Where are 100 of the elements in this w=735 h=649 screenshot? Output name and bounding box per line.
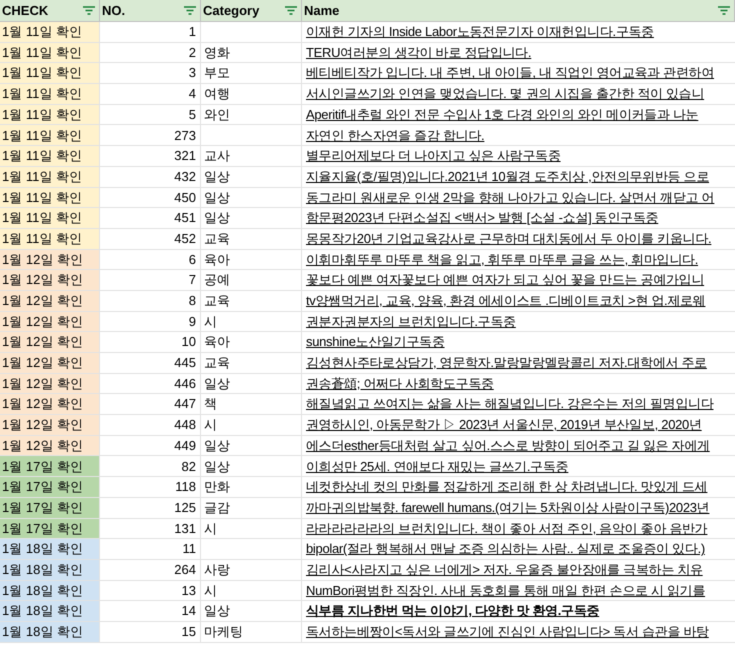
link[interactable]: 몽몽작가20년 기업교육강사로 근무하며 대치동에서 두 아이를 키웁니다. (306, 228, 712, 248)
link[interactable]: NumBori평범한 직장인. 사내 동호회를 통해 매일 한편 손으로 시 읽기를 (306, 580, 706, 600)
link[interactable]: 이휘마휘뚜루 마뚜루 책을 읽고, 휘뚜루 마뚜루 글을 쓰는, 휘마입니다. (306, 250, 698, 270)
table-cell-text: 8 (188, 292, 196, 310)
link[interactable]: 서시인글쓰기와 인연을 맺었습니다. 몇 권의 시집을 출간한 적이 있습니 (306, 84, 704, 104)
filter-icon[interactable] (285, 6, 297, 15)
table-cell: 1월 11일 확인 (0, 208, 100, 228)
table-cell-text: 시 (204, 520, 217, 538)
link[interactable]: 별무리어제보다 더 나아지고 싶은 사람구독중 (306, 146, 561, 166)
column-header[interactable]: NO. (100, 0, 201, 21)
table-cell: 1월 18일 확인 (0, 622, 100, 642)
link[interactable]: 김리사<사라지고 싶은 너에게> 저자. 우울증 불안장애를 극복하는 치유 (306, 560, 703, 580)
table-cell-text: 448 (174, 416, 196, 434)
table-cell-text: 273 (174, 126, 196, 145)
link[interactable]: 김성현사주타로상담가, 영문학자.말랑말랑멜랑콜리 저자.대학에서 주로 (306, 353, 707, 373)
table-cell: 1월 11일 확인 (0, 125, 100, 146)
link[interactable]: 동그라미 원새로운 인생 2막을 향해 나아가고 있습니다. 살면서 깨닫고 어 (306, 188, 714, 208)
column-header[interactable]: CHECK (0, 0, 100, 21)
table-cell-text: 일상 (204, 374, 230, 393)
link[interactable]: 라라라라라라의 브런치입니다. 책이 좋아 서점 주인, 음악이 좋아 음반가 (306, 518, 708, 538)
link[interactable]: tv양쌤먹거리, 교육, 양육, 환경 에세이스트 .디베이트코치 >현 업.제로웨 (306, 291, 706, 311)
table-cell: 1월 11일 확인 (0, 22, 100, 42)
table-cell-text: 451 (174, 209, 196, 228)
table-cell: 1월 12일 확인 (0, 312, 100, 332)
table-cell-text: 일상 (204, 168, 230, 186)
link[interactable]: 해질녘읽고 쓰여지는 삶을 사는 해질녘입니다. 강은수는 저의 필명입니다 (306, 394, 714, 414)
table-cell-text: 글감 (204, 498, 230, 517)
link[interactable]: 이희성만 25세. 연애보다 재밌는 글쓰기.구독중 (306, 456, 568, 476)
table-cell-text: 3 (188, 64, 196, 82)
link[interactable]: 네컷한상네 컷의 만화를 정갈하게 조리해 한 상 차려냅니다. 맛있게 드세 (306, 477, 708, 497)
table-cell: 1월 17일 확인 (0, 518, 100, 538)
table-cell: 1월 12일 확인 (0, 436, 100, 456)
table-cell-text: 시 (204, 416, 217, 434)
column-header[interactable]: Name (302, 0, 735, 21)
link[interactable]: 권분자권분자의 브런치입니다.구독중 (306, 312, 516, 332)
link[interactable]: bipolar(절라 행복해서 맨날 조증 의심하는 사람.. 실제로 조울증이 있다.) (306, 539, 705, 559)
table-cell-text: 131 (174, 520, 196, 538)
table-cell-text: 부모 (204, 64, 230, 82)
table-cell: 1월 12일 확인 (0, 415, 100, 435)
table-cell-text: 일상 (204, 209, 230, 228)
table-cell-text: 공예 (204, 271, 230, 290)
table-cell-text: 만화 (204, 478, 230, 496)
table-cell: 1월 17일 확인 (0, 477, 100, 497)
table-cell-text: 4 (188, 85, 196, 104)
link[interactable]: 권송蒼頌; 어쩌다 사회학도구독중 (306, 374, 494, 394)
link[interactable]: Aperitif내추럴 와인 전문 수입사 1호 다경 와인의 와인 메이커들과 나눈 (306, 104, 698, 124)
table-cell: 1월 11일 확인 (0, 63, 100, 84)
filter-icon[interactable] (718, 6, 730, 15)
link[interactable]: 함문평2023년 단편소설집 <백서> 발행 [소설 -쇼설] 동인구독중 (306, 208, 658, 228)
table-cell: 1월 11일 확인 (0, 146, 100, 166)
link[interactable]: 이재헌 기자의 Inside Labor노동전문기자 이재헌입니다.구독중 (306, 22, 654, 42)
table-cell: 1월 18일 확인 (0, 560, 100, 580)
table-cell-text: 일상 (204, 436, 230, 455)
link[interactable]: 식부름 지나한번 먹는 이야기, 다양한 맛 환영.구독중 (306, 601, 600, 621)
table-cell-text: 9 (188, 312, 196, 331)
table-cell: 1월 12일 확인 (0, 374, 100, 394)
table-cell-text: 82 (182, 458, 196, 476)
link[interactable]: 꽃보다 예쁜 여자꽃보다 예쁜 여자가 되고 싶어 꽃을 만드는 공예가입니 (306, 270, 704, 290)
table-cell: 1월 12일 확인 (0, 290, 100, 311)
column-header[interactable]: Category (201, 0, 302, 21)
table-cell-text: 여행 (204, 85, 230, 104)
table-cell-text: 14 (182, 602, 196, 620)
table-cell-text: 2 (188, 44, 196, 62)
table-cell-text: 교사 (204, 147, 230, 166)
table-cell: 1월 11일 확인 (0, 166, 100, 186)
link[interactable]: 에스더esther등대처럼 살고 싶어.스스로 방향이 되어주고 길 잃은 자에게 (306, 436, 710, 456)
link[interactable]: 까마귀의밥북향. farewell humans.(여기는 5차원이상 사람이구독)2023년 (306, 498, 710, 518)
table-cell-text: 321 (174, 147, 196, 166)
table-cell-text: 15 (182, 623, 196, 642)
table-cell-text: 일상 (204, 188, 230, 207)
table-cell-text: 445 (174, 354, 196, 372)
table-cell-text: 육아 (204, 333, 230, 352)
table-cell-text: 일상 (204, 602, 230, 620)
table-cell-text: 264 (174, 560, 196, 579)
table-cell: 1월 11일 확인 (0, 42, 100, 62)
table-cell: 1월 12일 확인 (0, 332, 100, 352)
table-cell-text: 7 (188, 271, 196, 290)
table-cell-text: 118 (175, 478, 196, 496)
link[interactable]: sunshine노산일기구독중 (306, 332, 445, 352)
link[interactable]: 지율지율(호/필명)입니다.2021년 10월경 도주치상 ,안전의무위반등 으로 (306, 166, 710, 186)
table-cell: 1월 11일 확인 (0, 104, 100, 124)
link[interactable]: 자연인 한스자연을 즐감 합니다. (306, 126, 484, 146)
link[interactable]: TERU여러분의 생각이 바로 정답입니다. (306, 42, 532, 62)
table-cell-text: 사랑 (204, 560, 230, 579)
link[interactable]: 독서하는베짱이<독서와 글쓰기에 진심인 사람입니다> 독서 습관을 바탕 (306, 622, 709, 642)
table-cell-text: 6 (188, 250, 196, 269)
table-cell: 1월 11일 확인 (0, 188, 100, 208)
table-cell-text: 450 (174, 188, 196, 207)
table-cell: 1월 11일 확인 (0, 228, 100, 249)
link[interactable]: 베티베티작가 입니다. 내 주변, 내 아이들, 내 직업인 영어교육과 관련하여 (306, 63, 714, 83)
filter-icon[interactable] (83, 6, 95, 15)
table-cell: 1월 18일 확인 (0, 580, 100, 600)
filter-icon[interactable] (184, 6, 196, 15)
table-cell-text: 125 (174, 498, 196, 517)
table-cell: 1월 12일 확인 (0, 270, 100, 290)
table-cell-text: 육아 (204, 250, 230, 269)
table-cell-text: 11 (182, 540, 196, 558)
table-cell-text: 교육 (204, 292, 230, 310)
table-cell-text: 452 (174, 230, 196, 248)
link[interactable]: 권영하시인, 아동문학가 ▷ 2023년 서울신문, 2019년 부산일보, 2020년 (306, 415, 702, 435)
